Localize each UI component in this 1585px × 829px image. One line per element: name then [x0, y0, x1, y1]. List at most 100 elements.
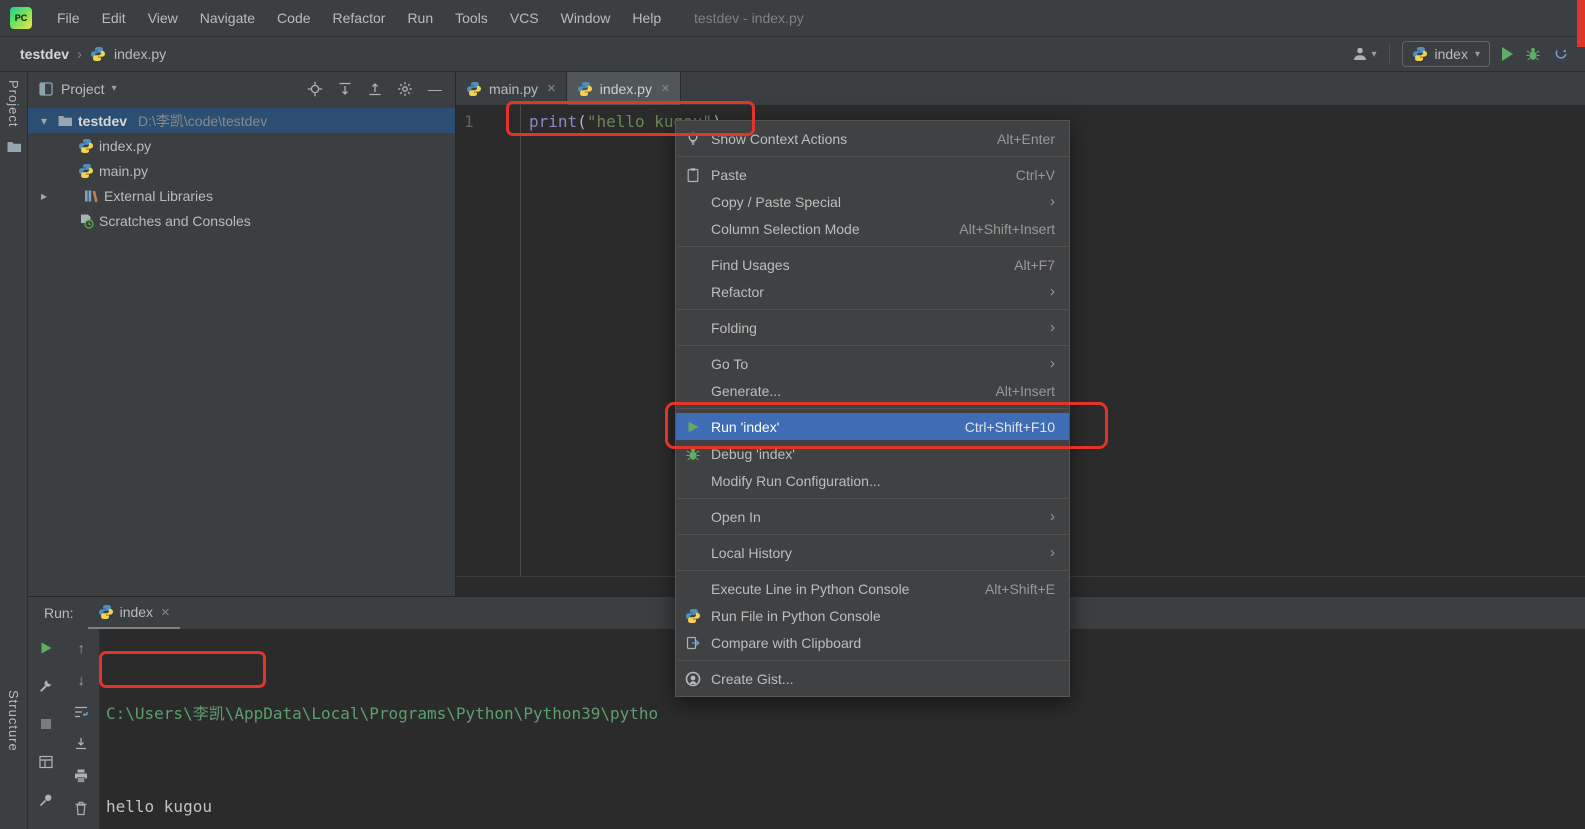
- menu-item-label: Execute Line in Python Console: [711, 580, 910, 597]
- debug-button[interactable]: [1525, 46, 1541, 62]
- pin-tab-button[interactable]: [37, 791, 54, 808]
- empty-icon-slot: [685, 356, 706, 372]
- collapse-all-button[interactable]: [367, 81, 383, 97]
- left-tool-strip: Project Structure: [0, 72, 28, 829]
- expand-all-button[interactable]: [337, 81, 353, 97]
- menu-item-shortcut: Alt+Enter: [997, 130, 1055, 147]
- pycharm-window: PC File Edit View Navigate Code Refactor…: [0, 0, 1585, 829]
- scroll-to-end-button[interactable]: [73, 735, 90, 752]
- restore-layout-button[interactable]: [37, 753, 54, 770]
- menu-item-label: Paste: [711, 166, 747, 183]
- edit-configuration-button[interactable]: [37, 677, 54, 694]
- locate-file-button[interactable]: [307, 81, 323, 97]
- chevron-down-icon[interactable]: ▾: [112, 83, 117, 94]
- stop-button[interactable]: [37, 715, 54, 732]
- menu-item-show-context-actions[interactable]: Show Context Actions Alt+Enter: [676, 125, 1069, 152]
- run-configuration-select[interactable]: index ▾: [1401, 41, 1490, 67]
- empty-icon-slot: [685, 221, 706, 237]
- menu-edit[interactable]: Edit: [91, 0, 137, 36]
- python-file-icon: [577, 81, 593, 97]
- pycharm-logo-icon: PC: [10, 7, 32, 29]
- empty-icon-slot: [685, 284, 706, 300]
- menu-separator: [677, 498, 1068, 499]
- divider: [1388, 44, 1390, 64]
- project-panel-title[interactable]: Project: [61, 81, 105, 97]
- clear-all-button[interactable]: [73, 799, 90, 816]
- menu-item-folding[interactable]: Folding ›: [676, 314, 1069, 341]
- hide-panel-button[interactable]: —: [427, 81, 443, 97]
- menu-run[interactable]: Run: [396, 0, 444, 36]
- python-icon: [685, 608, 706, 624]
- run-panel-label: Run:: [44, 605, 74, 621]
- titlebar: PC File Edit View Navigate Code Refactor…: [0, 0, 1585, 37]
- close-icon[interactable]: ×: [547, 80, 556, 97]
- breadcrumb-file[interactable]: index.py: [114, 46, 166, 62]
- tool-button-structure[interactable]: Structure: [6, 690, 21, 752]
- settings-gear-icon[interactable]: [397, 81, 413, 97]
- menu-item-label: Open In: [711, 508, 761, 525]
- down-stack-trace-button[interactable]: ↓: [73, 671, 90, 688]
- breadcrumb-project[interactable]: testdev: [20, 46, 69, 62]
- console-command-line: C:\Users\李凯\AppData\Local\Programs\Pytho…: [106, 704, 659, 723]
- menu-item-shortcut: Ctrl+V: [1015, 166, 1055, 183]
- tree-item-testdev[interactable]: ▾ testdev D:\李凯\code\testdev: [28, 108, 455, 133]
- run-button[interactable]: [1502, 47, 1513, 61]
- user-account-button[interactable]: ▾: [1352, 46, 1377, 62]
- tree-item-index-py[interactable]: index.py: [28, 133, 455, 158]
- tree-item-main-py[interactable]: main.py: [28, 158, 455, 183]
- menu-navigate[interactable]: Navigate: [189, 0, 266, 36]
- tab-index-py[interactable]: index.py ×: [566, 72, 681, 105]
- soft-wrap-button[interactable]: [73, 703, 90, 720]
- menu-view[interactable]: View: [137, 0, 189, 36]
- menu-window[interactable]: Window: [550, 0, 622, 36]
- chevron-right-icon[interactable]: ▸: [36, 189, 52, 203]
- menu-vcs[interactable]: VCS: [499, 0, 550, 36]
- menu-item-label: Run File in Python Console: [711, 607, 881, 624]
- menu-item-refactor[interactable]: Refactor ›: [676, 278, 1069, 305]
- empty-icon-slot: [685, 257, 706, 273]
- tree-item-label: External Libraries: [104, 187, 213, 204]
- close-icon[interactable]: ×: [161, 604, 170, 621]
- menu-item-go-to[interactable]: Go To ›: [676, 350, 1069, 377]
- menu-item-compare-with-clipboard[interactable]: Compare with Clipboard: [676, 629, 1069, 656]
- menu-item-run-file-in-python-console[interactable]: Run File in Python Console: [676, 602, 1069, 629]
- menu-refactor[interactable]: Refactor: [322, 0, 397, 36]
- menu-item-open-in[interactable]: Open In ›: [676, 503, 1069, 530]
- tab-main-py[interactable]: main.py ×: [456, 72, 567, 105]
- chevron-down-icon[interactable]: ▾: [36, 114, 52, 128]
- menu-item-generate[interactable]: Generate... Alt+Insert: [676, 377, 1069, 404]
- python-file-icon: [78, 163, 94, 179]
- tool-button-project[interactable]: Project: [6, 80, 21, 127]
- tree-item-scratches[interactable]: Scratches and Consoles: [28, 208, 455, 233]
- menu-item-run-index[interactable]: Run 'index' Ctrl+Shift+F10: [676, 413, 1069, 440]
- github-icon: [685, 671, 706, 687]
- rerun-button[interactable]: [37, 639, 54, 656]
- menu-item-paste[interactable]: Paste Ctrl+V: [676, 161, 1069, 188]
- menu-help[interactable]: Help: [621, 0, 672, 36]
- menu-tools[interactable]: Tools: [444, 0, 499, 36]
- menu-item-label: Generate...: [711, 382, 782, 399]
- close-icon[interactable]: ×: [661, 80, 670, 97]
- menu-item-copy-paste-special[interactable]: Copy / Paste Special ›: [676, 188, 1069, 215]
- menu-item-find-usages[interactable]: Find Usages Alt+F7: [676, 251, 1069, 278]
- submenu-arrow-icon: ›: [1050, 544, 1055, 561]
- menu-item-column-selection-mode[interactable]: Column Selection Mode Alt+Shift+Insert: [676, 215, 1069, 242]
- folder-icon[interactable]: [6, 139, 22, 155]
- run-icon: [685, 419, 706, 435]
- menu-file[interactable]: File: [46, 0, 91, 36]
- run-tab-index[interactable]: index ×: [87, 597, 180, 629]
- menu-item-debug-index[interactable]: Debug 'index': [676, 440, 1069, 467]
- submenu-arrow-icon: ›: [1050, 355, 1055, 372]
- menu-item-modify-run-configuration[interactable]: Modify Run Configuration...: [676, 467, 1069, 494]
- menu-item-create-gist[interactable]: Create Gist...: [676, 665, 1069, 692]
- up-stack-trace-button[interactable]: ↑: [73, 639, 90, 656]
- menu-item-label: Local History: [711, 544, 792, 561]
- menu-item-label: Create Gist...: [711, 670, 794, 687]
- menu-item-execute-line-in-python-console[interactable]: Execute Line in Python Console Alt+Shift…: [676, 575, 1069, 602]
- print-button[interactable]: [73, 767, 90, 784]
- tree-item-external-libraries[interactable]: ▸ External Libraries: [28, 183, 455, 208]
- menu-item-local-history[interactable]: Local History ›: [676, 539, 1069, 566]
- sync-icon[interactable]: [1553, 46, 1569, 62]
- editor-gutter[interactable]: 1: [456, 105, 521, 576]
- menu-code[interactable]: Code: [266, 0, 321, 36]
